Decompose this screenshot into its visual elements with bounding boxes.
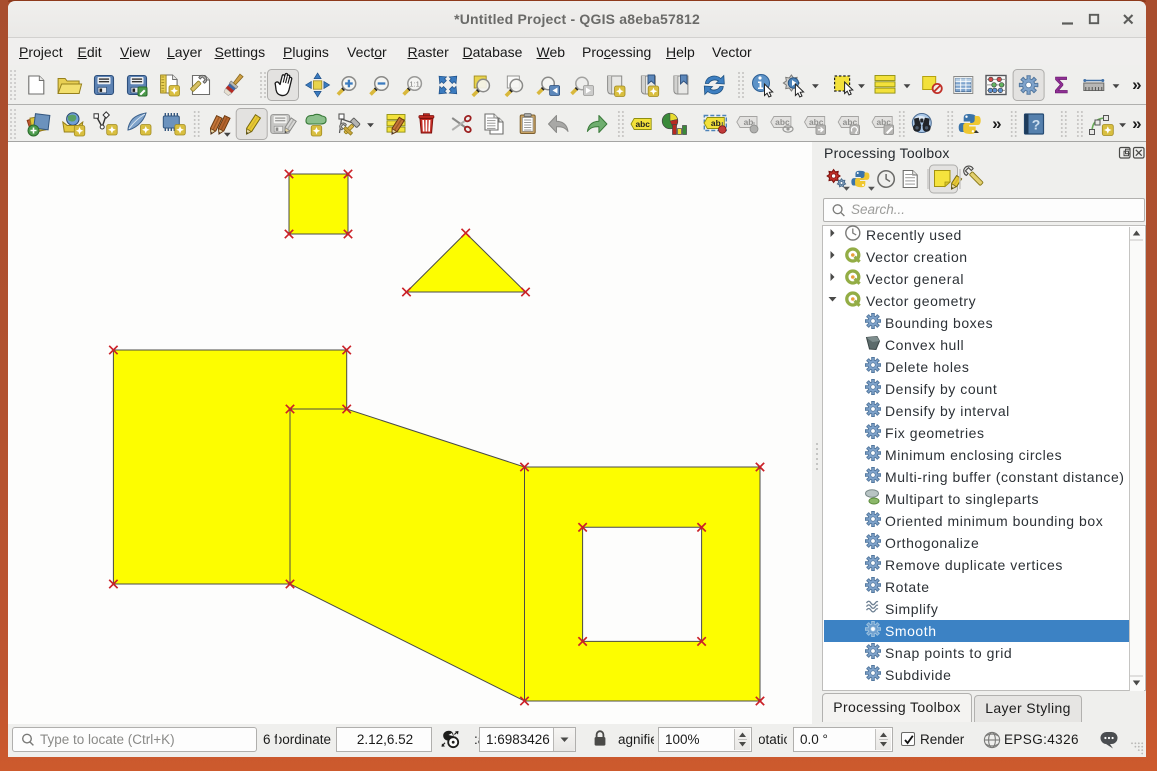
svg-text:abc: abc [635, 119, 650, 129]
svg-text:1:1: 1:1 [409, 79, 419, 88]
svg-text:»: » [1132, 75, 1141, 94]
svg-text:ab: ab [711, 118, 721, 128]
svg-text:»: » [1132, 114, 1141, 133]
svg-text:»: » [992, 114, 1001, 133]
svg-text:Σ: Σ [1054, 72, 1068, 98]
svg-text:?: ? [1032, 117, 1041, 133]
